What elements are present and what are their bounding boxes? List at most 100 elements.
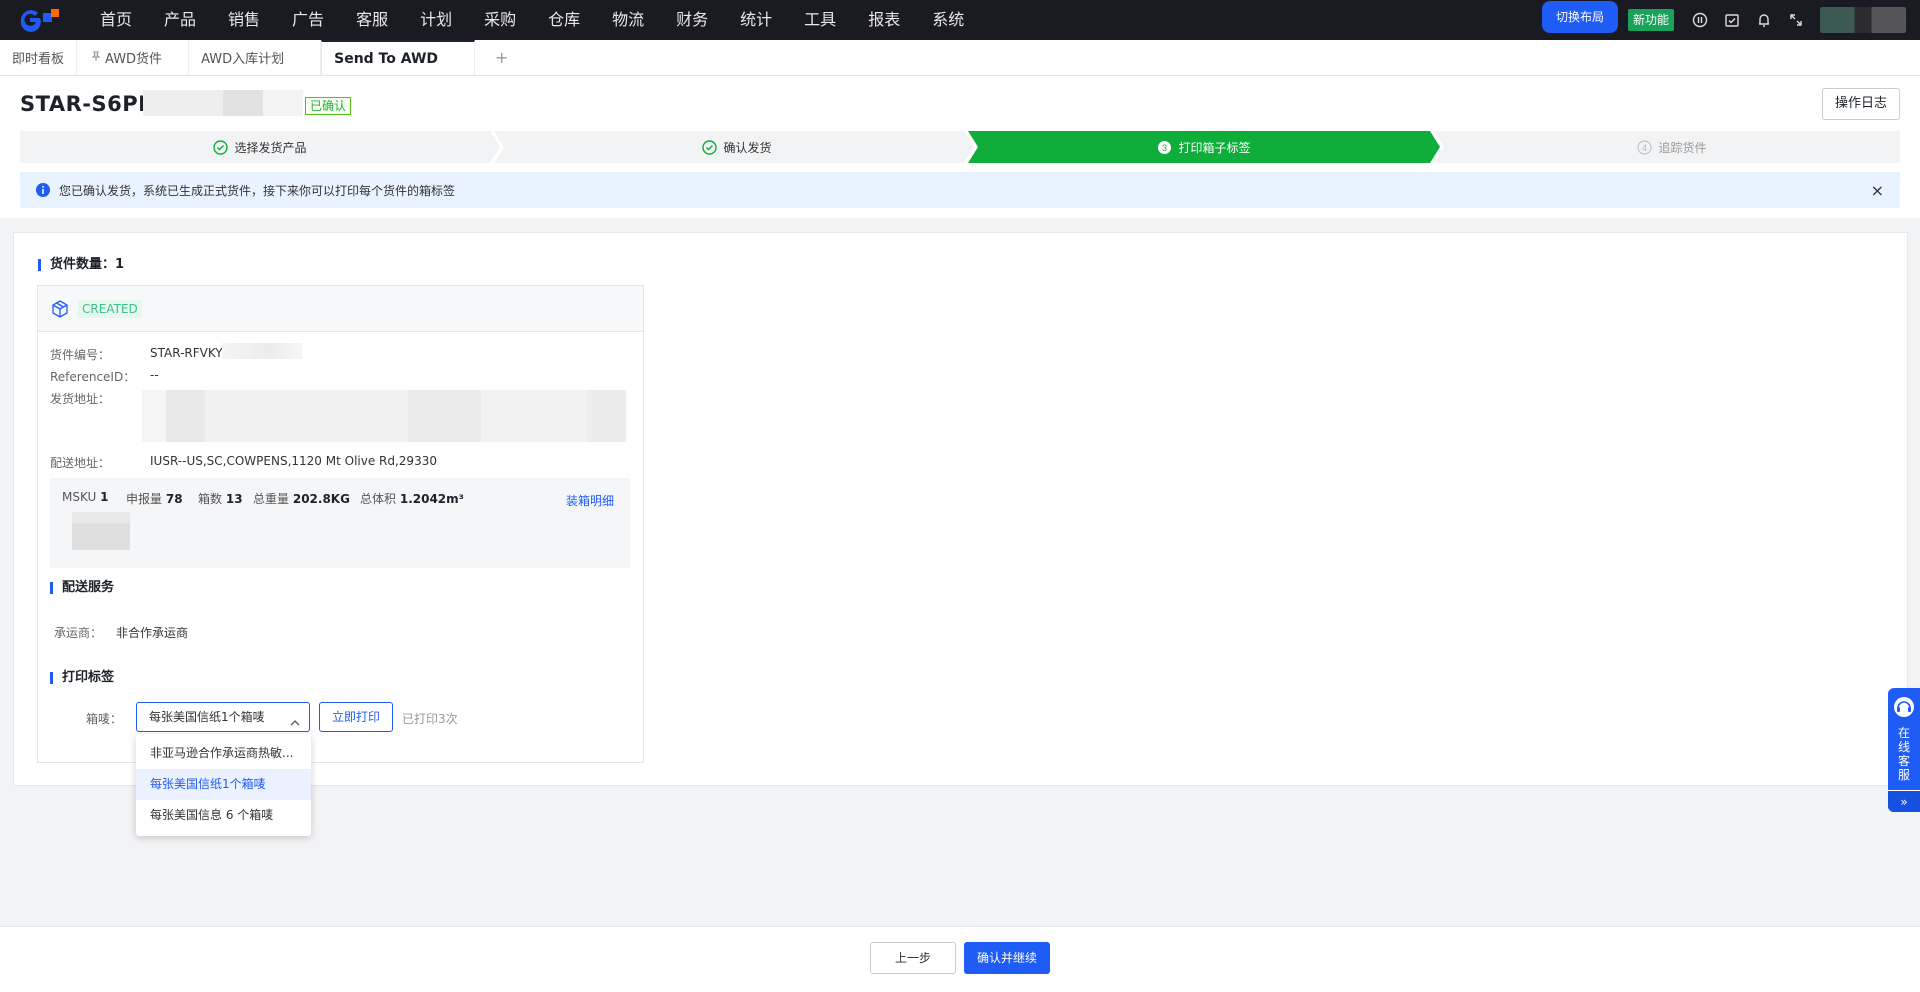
shipment-count: 货件数量：1 (38, 257, 125, 272)
redacted-id (222, 343, 302, 359)
nav-item[interactable]: 广告 (276, 0, 340, 40)
box-detail-link[interactable]: 装箱明细 (566, 492, 614, 509)
nav-item[interactable]: 财务 (660, 0, 724, 40)
tab-label: AWD货件 (105, 52, 163, 67)
step-label: 选择发货产品 (234, 140, 307, 155)
confirm-continue-button[interactable]: 确认并继续 (964, 942, 1050, 974)
tab-awd-shipment[interactable]: AWD货件 (77, 40, 190, 75)
dropdown-option-letter-6[interactable]: 每张美国信息 6 个箱唛 (136, 800, 311, 831)
dropdown-option-letter-1[interactable]: 每张美国信纸1个箱唛 (136, 769, 311, 800)
nav-item[interactable]: 物流 (596, 0, 660, 40)
top-nav: 首页 产品 销售 广告 客服 计划 采购 仓库 物流 财务 统计 工具 报表 系统 切换布局 新功能 (0, 0, 1920, 40)
step-print-box-labels: 3 打印箱子标签 (978, 131, 1430, 163)
new-feature-badge[interactable]: 新功能 (1627, 9, 1674, 31)
shipment-card-header: CREATED (38, 286, 643, 332)
page-header: STAR-S6PB 已确认 操作日志 选择发货产品 确认发货 3 打印箱子标签 … (0, 76, 1920, 218)
printed-count-text: 已打印3次 (402, 712, 458, 726)
previous-step-button[interactable]: 上一步 (870, 942, 956, 974)
print-now-button[interactable]: 立即打印 (319, 702, 393, 732)
volume-label: 总体积 (360, 492, 397, 506)
pin-icon (91, 50, 101, 65)
nav-item[interactable]: 客服 (340, 0, 404, 40)
summary-declared: 申报量 78 (126, 490, 183, 507)
check-circle-icon (213, 139, 229, 155)
footer-action-bar: 上一步 确认并继续 (0, 926, 1920, 992)
tab-bar: 即时看板 AWD货件 AWD入库计划 Send To AWD + (0, 40, 1920, 76)
nav-item[interactable]: 工具 (788, 0, 852, 40)
declared-value: 78 (165, 492, 183, 506)
main-panel: 货件数量：1 CREATED 货件编号： STAR-RFVKY Referenc… (13, 232, 1908, 786)
tab-send-to-awd[interactable]: Send To AWD (321, 40, 476, 75)
step-track-shipment: 4 追踪货件 (1444, 131, 1900, 163)
nav-item[interactable]: 系统 (916, 0, 980, 40)
add-tab-button[interactable]: + (475, 40, 528, 75)
declared-label: 申报量 (126, 492, 163, 506)
summary-boxes: 箱数 13 (198, 490, 243, 507)
tab-awd-inbound-plan[interactable]: AWD入库计划 (189, 40, 322, 75)
shipment-id-value: STAR-RFVKY (150, 346, 223, 360)
progress-steps: 选择发货产品 确认发货 3 打印箱子标签 4 追踪货件 (20, 131, 1900, 163)
step-number-4: 4 (1637, 140, 1652, 155)
summary-weight: 总重量 202.8KG (253, 490, 350, 507)
msku-label: MSKU (62, 490, 97, 504)
shipment-status-badge: CREATED (78, 299, 142, 318)
nav-item[interactable]: 首页 (84, 0, 148, 40)
nav-item[interactable]: 报表 (852, 0, 916, 40)
tab-dashboard[interactable]: 即时看板 (0, 40, 78, 75)
headset-icon (1893, 696, 1915, 718)
summary-msku: MSKU 1 (62, 490, 109, 504)
package-icon (50, 299, 70, 319)
calendar-check-icon[interactable] (1716, 0, 1748, 40)
reference-id-label: ReferenceID： (50, 370, 136, 384)
dropdown-option-thermal[interactable]: 非亚马逊合作承运商热敏... (136, 738, 311, 769)
print-label-title: 打印标签 (50, 671, 114, 684)
online-service-widget[interactable]: 在线客服 » (1888, 688, 1920, 812)
boxes-label: 箱数 (198, 492, 223, 506)
shipment-card: CREATED 货件编号： STAR-RFVKY ReferenceID： --… (37, 285, 644, 763)
status-badge: 已确认 (305, 97, 352, 115)
app-logo[interactable] (10, 0, 70, 40)
from-address-label: 发货地址： (50, 392, 111, 406)
close-icon[interactable]: × (1871, 181, 1884, 200)
carrier-label: 承运商： (54, 626, 103, 640)
user-avatar[interactable] (1820, 7, 1906, 33)
boxes-value: 13 (225, 492, 243, 506)
shipment-id-label: 货件编号： (50, 348, 111, 362)
box-label-select[interactable]: 每张美国信纸1个箱唛 (136, 702, 310, 732)
nav-item[interactable]: 计划 (404, 0, 468, 40)
page-title: STAR-S6PB (20, 92, 155, 116)
svg-text:4: 4 (1642, 143, 1647, 153)
carrier-value: 非合作承运商 (116, 626, 189, 640)
nav-item[interactable]: 产品 (148, 0, 212, 40)
summary-volume: 总体积 1.2042m³ (360, 490, 464, 507)
nav-item[interactable]: 销售 (212, 0, 276, 40)
shipment-count-value: 1 (115, 257, 125, 272)
reference-id-value: -- (150, 368, 159, 382)
volume-value: 1.2042m³ (399, 492, 464, 506)
alert-text: 您已确认发货，系统已生成正式货件，接下来你可以打印每个货件的箱标签 (59, 183, 456, 198)
fullscreen-icon[interactable] (1780, 0, 1812, 40)
switch-layout-button[interactable]: 切换布局 (1541, 1, 1618, 33)
help-icon[interactable] (1684, 0, 1716, 40)
msku-value: 1 (100, 490, 109, 504)
bell-icon[interactable] (1748, 0, 1780, 40)
product-thumbnail (72, 512, 130, 550)
step-number-3: 3 (1157, 140, 1172, 155)
nav-item[interactable]: 统计 (724, 0, 788, 40)
weight-label: 总重量 (253, 492, 290, 506)
step-label: 确认发货 (723, 140, 772, 155)
step-label: 打印箱子标签 (1178, 140, 1251, 155)
nav-item[interactable]: 仓库 (532, 0, 596, 40)
shipment-count-label: 货件数量： (50, 257, 116, 272)
expand-icon[interactable]: » (1888, 790, 1920, 812)
step-confirm-shipment: 确认发货 (504, 131, 970, 163)
info-alert: 您已确认发货，系统已生成正式货件，接下来你可以打印每个货件的箱标签 × (20, 172, 1900, 208)
delivery-service-title: 配送服务 (50, 581, 114, 594)
operation-log-button[interactable]: 操作日志 (1821, 88, 1900, 120)
shipment-summary: MSKU 1 申报量 78 箱数 13 总重量 202.8KG 总体积 1.20… (50, 478, 630, 568)
select-value: 每张美国信纸1个箱唛 (149, 710, 265, 724)
check-circle-icon (702, 139, 718, 155)
step-label: 追踪货件 (1658, 140, 1707, 155)
online-service-label: 在线客服 (1897, 726, 1910, 782)
nav-item[interactable]: 采购 (468, 0, 532, 40)
